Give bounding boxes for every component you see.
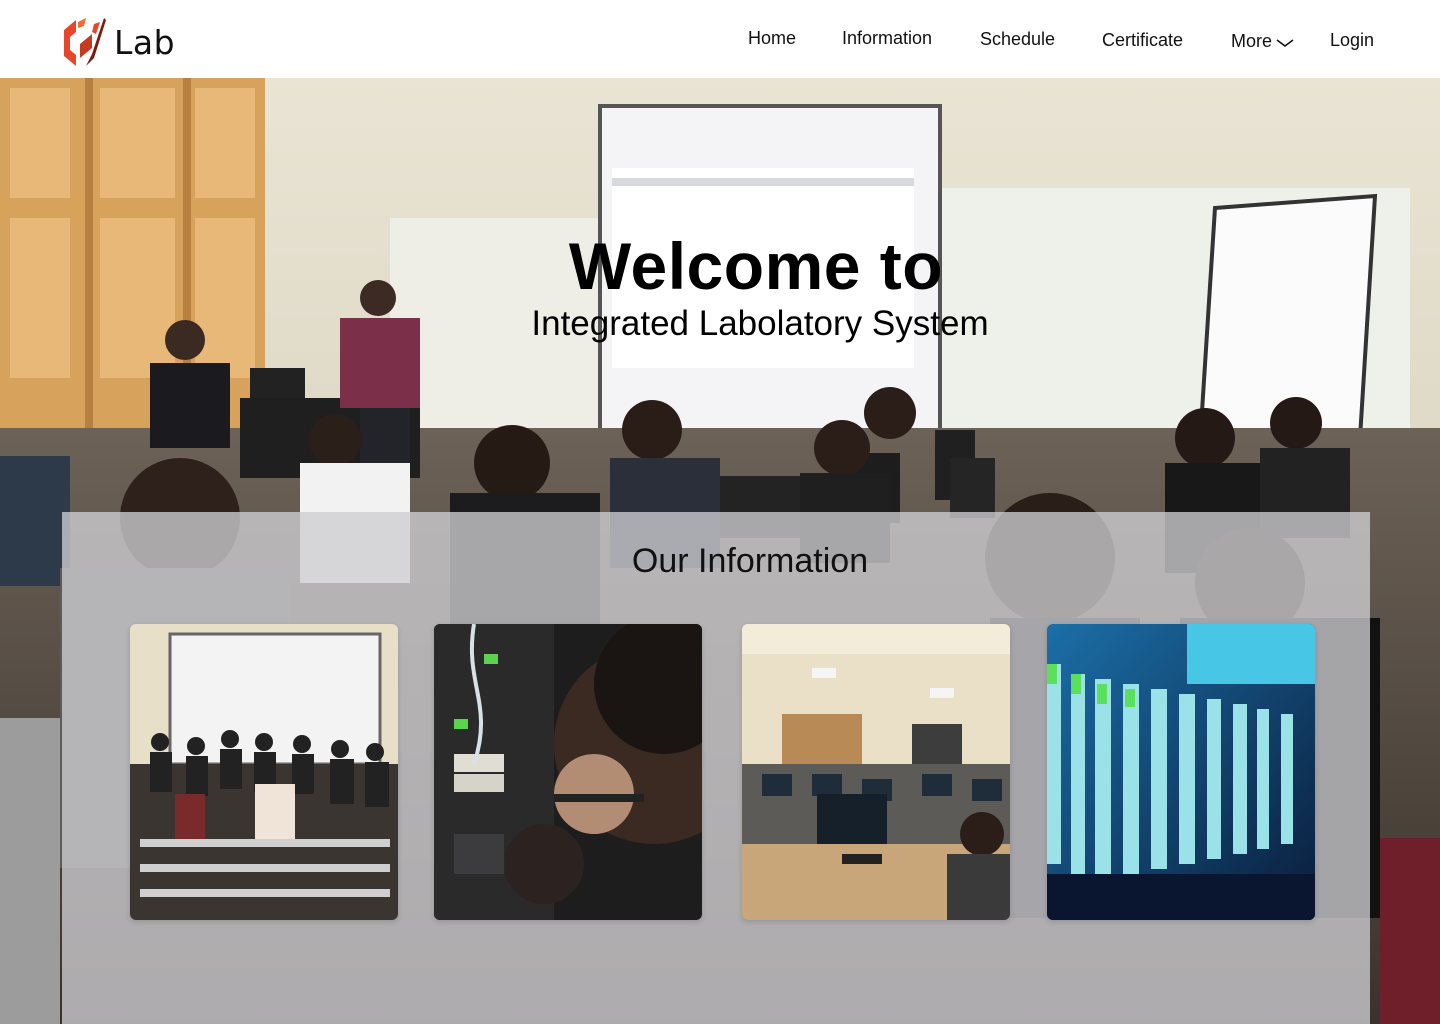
nav-information[interactable]: Information — [842, 28, 932, 49]
logo-text: Lab — [114, 22, 176, 62]
network-cables-image — [1047, 624, 1315, 920]
info-card-1[interactable] — [130, 624, 398, 920]
info-panel: Our Information — [62, 512, 1370, 1024]
nav-more-dropdown[interactable]: More — [1231, 31, 1294, 52]
info-section-title: Our Information — [631, 542, 869, 580]
info-card-4[interactable] — [1047, 624, 1315, 920]
group-photo-image — [130, 624, 398, 920]
nav-schedule[interactable]: Schedule — [980, 29, 1055, 50]
navbar: Lab Home Information Schedule Certificat… — [0, 0, 1440, 78]
chevron-down-icon — [1276, 39, 1294, 47]
hero-subtitle: Integrated Labolatory System — [531, 304, 989, 343]
nav-home[interactable]: Home — [748, 28, 796, 49]
lab-logo-icon — [64, 18, 106, 66]
hero-section: Welcome to Integrated Labolatory System … — [0, 78, 1440, 1024]
info-card-2[interactable] — [434, 624, 702, 920]
info-card-3[interactable] — [742, 624, 1010, 920]
computer-lab-image — [742, 624, 1010, 920]
server-rack-image — [434, 624, 702, 920]
hero-title: Welcome to — [568, 229, 944, 303]
nav-more-label: More — [1231, 31, 1273, 51]
nav-login[interactable]: Login — [1330, 30, 1374, 51]
nav-certificate[interactable]: Certificate — [1102, 30, 1183, 51]
logo[interactable]: Lab — [62, 14, 175, 70]
